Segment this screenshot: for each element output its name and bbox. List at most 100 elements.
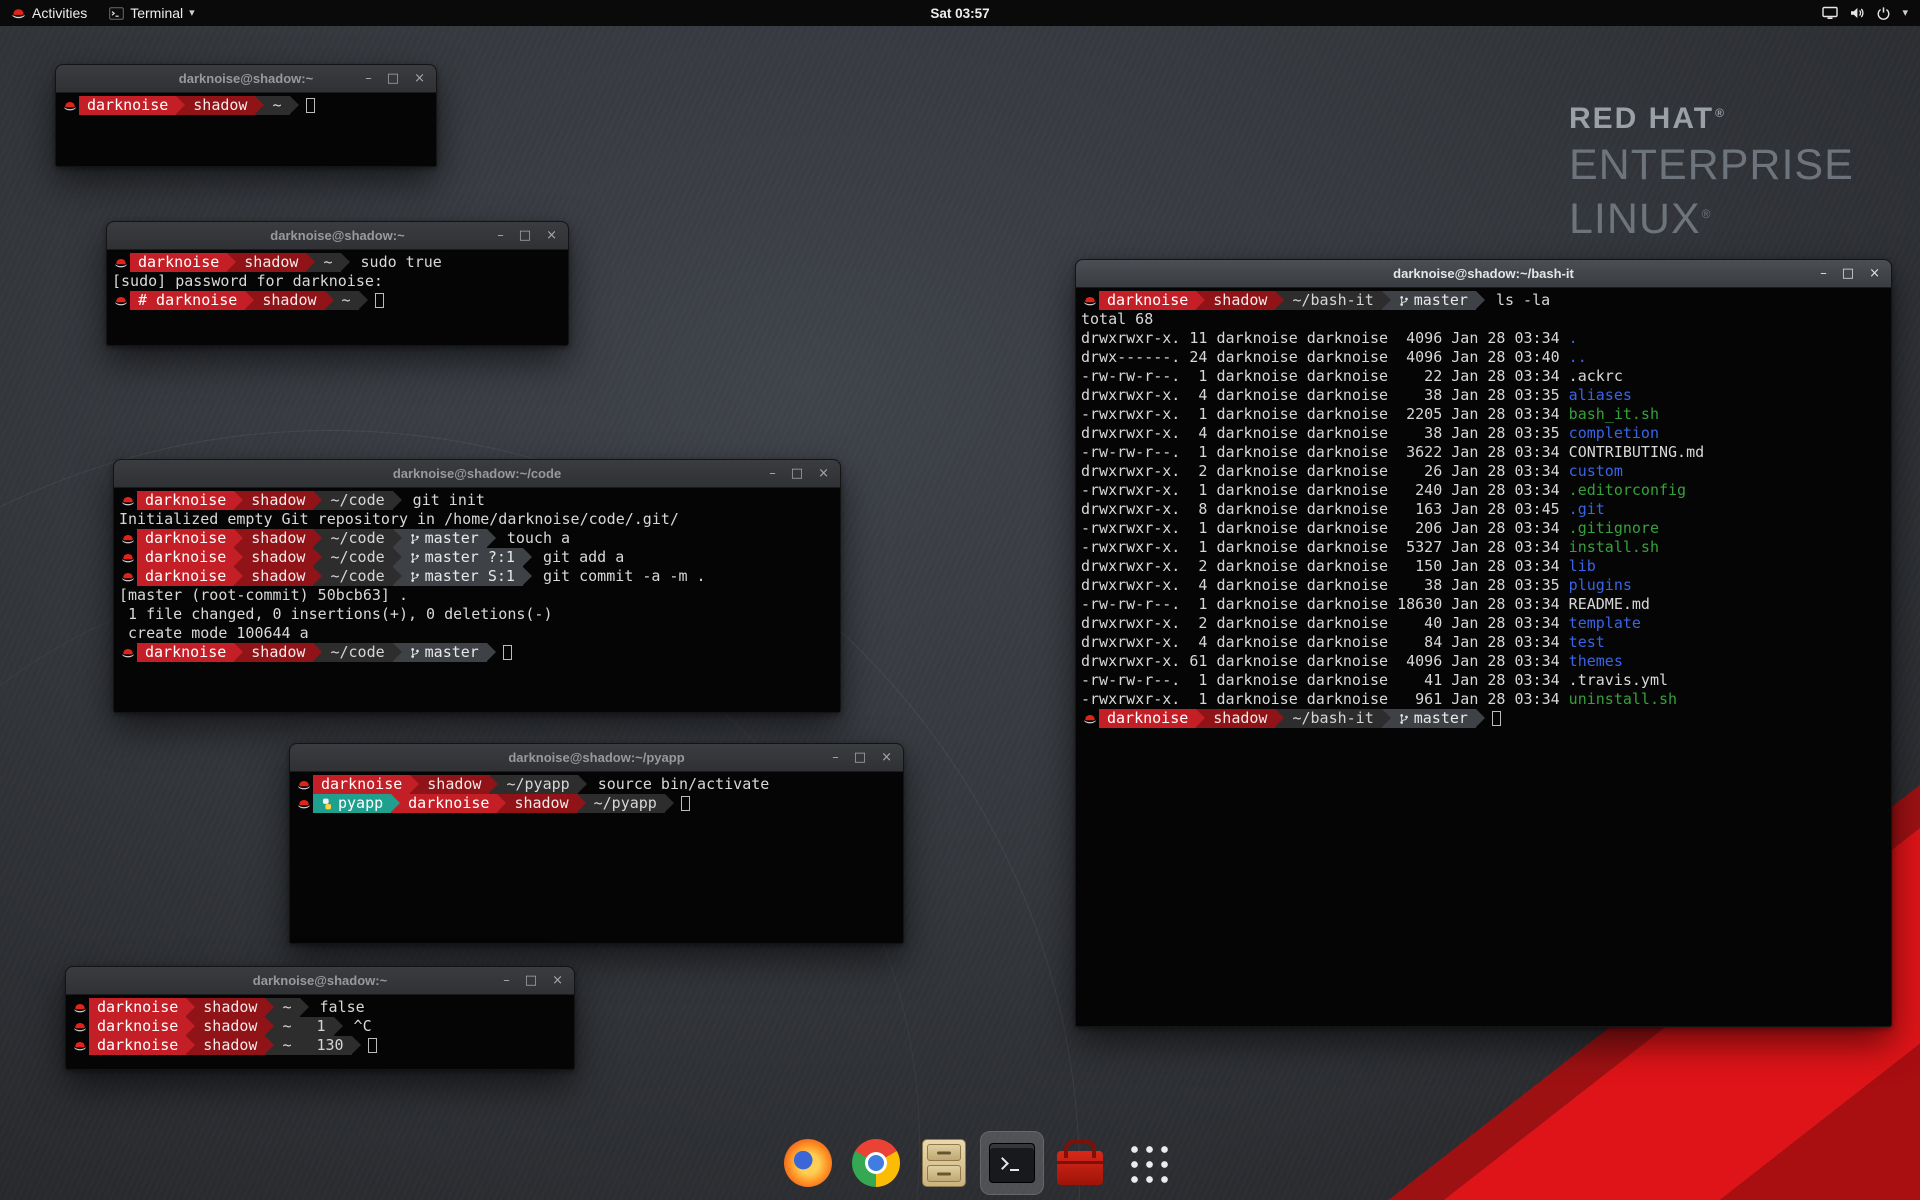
terminal-window-retcode[interactable]: darknoise@shadow:~–□×darknoiseshadow~ fa… bbox=[65, 966, 575, 1070]
terminal-line: -rwxrwxr-x. 1 darknoise darknoise 2205 J… bbox=[1081, 405, 1886, 424]
powerline-separator bbox=[523, 567, 532, 586]
dock-item-firefox[interactable] bbox=[776, 1131, 840, 1195]
prompt-segment-user: darknoise bbox=[400, 794, 497, 813]
maximize-button[interactable]: □ bbox=[854, 744, 866, 772]
close-button[interactable]: × bbox=[546, 222, 557, 250]
top-bar: Activities Terminal ▾ Sat 03:57 ▾ bbox=[0, 0, 1920, 26]
file-name: test bbox=[1569, 633, 1605, 651]
terminal-window-sudo[interactable]: darknoise@shadow:~–□×darknoiseshadow~ su… bbox=[106, 221, 569, 346]
maximize-button[interactable]: □ bbox=[525, 967, 537, 995]
powerline-separator bbox=[306, 253, 315, 272]
terminal-window-home1[interactable]: darknoise@shadow:~–□×darknoiseshadow~ bbox=[55, 64, 437, 167]
powerline-separator bbox=[186, 1017, 195, 1036]
dock-item-apps[interactable] bbox=[1116, 1131, 1180, 1195]
redhat-icon bbox=[71, 998, 89, 1017]
drawer-front bbox=[927, 1165, 961, 1182]
terminal-line: drwx------. 24 darknoise darknoise 4096 … bbox=[1081, 348, 1886, 367]
close-button[interactable]: × bbox=[1869, 260, 1880, 288]
minimize-button[interactable]: – bbox=[769, 460, 776, 488]
file-name: CONTRIBUTING.md bbox=[1569, 443, 1704, 461]
minimize-button[interactable]: – bbox=[497, 222, 504, 250]
file-name: completion bbox=[1569, 424, 1659, 442]
dock-item-toolbox[interactable] bbox=[1048, 1131, 1112, 1195]
prompt-segment-path: ~/code bbox=[322, 529, 392, 548]
file-name: . bbox=[1569, 329, 1578, 347]
prompt-segment-host: shadow bbox=[243, 643, 313, 662]
file-name: custom bbox=[1569, 462, 1623, 480]
terminal-line: darknoiseshadow~130 bbox=[71, 1036, 569, 1055]
files-icon bbox=[922, 1139, 966, 1187]
terminal-window-pyapp[interactable]: darknoise@shadow:~/pyapp–□×darknoiseshad… bbox=[289, 743, 904, 944]
prompt-segment-host: shadow bbox=[419, 775, 489, 794]
prompt-segment-host: shadow bbox=[195, 998, 265, 1017]
redhat-icon bbox=[119, 529, 137, 548]
command-text: git commit -a -m . bbox=[532, 567, 706, 586]
window-titlebar[interactable]: darknoise@shadow:~/code–□× bbox=[114, 460, 840, 488]
dock-item-terminal[interactable] bbox=[980, 1131, 1044, 1195]
prompt-segment-git: master ?:1 bbox=[402, 548, 523, 567]
powerline-separator bbox=[393, 567, 402, 586]
terminal-window-bashit[interactable]: darknoise@shadow:~/bash-it–□×darknoisesh… bbox=[1075, 259, 1892, 1027]
terminal-line: darknoiseshadow~1 ^C bbox=[71, 1017, 569, 1036]
terminal-viewport[interactable]: darknoiseshadow~ sudo true[sudo] passwor… bbox=[107, 250, 568, 345]
file-name: template bbox=[1569, 614, 1641, 632]
powerline-separator bbox=[487, 643, 496, 662]
powerline-separator bbox=[265, 1036, 274, 1055]
prompt-segment-host: shadow bbox=[236, 253, 306, 272]
powerline-separator bbox=[393, 491, 402, 510]
powerline-separator bbox=[300, 998, 309, 1017]
window-titlebar[interactable]: darknoise@shadow:~/pyapp–□× bbox=[290, 744, 903, 772]
maximize-button[interactable]: □ bbox=[791, 460, 803, 488]
minimize-button[interactable]: – bbox=[1820, 260, 1827, 288]
terminal-viewport[interactable]: darknoiseshadow~/pyapp source bin/activa… bbox=[290, 772, 903, 943]
terminal-line: darknoiseshadow~ false bbox=[71, 998, 569, 1017]
terminal-viewport[interactable]: darknoiseshadow~ falsedarknoiseshadow~1 … bbox=[66, 995, 574, 1069]
powerline-separator bbox=[265, 998, 274, 1017]
prompt-segment-path: ~/code bbox=[322, 643, 392, 662]
text-cursor bbox=[503, 645, 512, 660]
window-titlebar[interactable]: darknoise@shadow:~–□× bbox=[66, 967, 574, 995]
clock[interactable]: Sat 03:57 bbox=[930, 6, 989, 21]
prompt-segment-user: darknoise bbox=[79, 96, 176, 115]
terminal-line: drwxrwxr-x. 4 darknoise darknoise 38 Jan… bbox=[1081, 576, 1886, 595]
file-name: README.md bbox=[1569, 595, 1650, 613]
prompt-segment-user: darknoise bbox=[313, 775, 410, 794]
window-titlebar[interactable]: darknoise@shadow:~/bash-it–□× bbox=[1076, 260, 1891, 288]
prompt-segment-git: master bbox=[1391, 291, 1476, 310]
minimize-button[interactable]: – bbox=[365, 65, 372, 93]
terminal-viewport[interactable]: darknoiseshadow~ bbox=[56, 93, 436, 166]
window-titlebar[interactable]: darknoise@shadow:~–□× bbox=[107, 222, 568, 250]
powerline-separator bbox=[665, 794, 674, 813]
maximize-button[interactable]: □ bbox=[1842, 260, 1854, 288]
terminal-viewport[interactable]: darknoiseshadow~/bash-itmaster ls -latot… bbox=[1076, 288, 1891, 1026]
system-status-area[interactable]: ▾ bbox=[1810, 0, 1920, 26]
dock-item-chrome[interactable] bbox=[844, 1131, 908, 1195]
app-menu-terminal[interactable]: Terminal ▾ bbox=[98, 0, 205, 26]
close-button[interactable]: × bbox=[414, 65, 425, 93]
terminal-viewport[interactable]: darknoiseshadow~/code git initInitialize… bbox=[114, 488, 840, 712]
terminal-line: drwxrwxr-x. 8 darknoise darknoise 163 Ja… bbox=[1081, 500, 1886, 519]
powerline-separator bbox=[300, 1017, 309, 1036]
maximize-button[interactable]: □ bbox=[519, 222, 531, 250]
window-controls: –□ × bbox=[503, 967, 574, 995]
powerline-separator bbox=[227, 253, 236, 272]
close-button[interactable]: × bbox=[881, 744, 892, 772]
redhat-icon bbox=[295, 794, 313, 813]
prompt-segment-path: ~ bbox=[274, 1036, 299, 1055]
prompt-segment-git: master bbox=[402, 529, 487, 548]
prompt-segment-user: darknoise bbox=[137, 548, 234, 567]
chevron-down-icon: ▾ bbox=[189, 8, 195, 19]
minimize-button[interactable]: – bbox=[832, 744, 839, 772]
window-titlebar[interactable]: darknoise@shadow:~–□× bbox=[56, 65, 436, 93]
activities-button[interactable]: Activities bbox=[0, 0, 98, 26]
close-button[interactable]: × bbox=[552, 967, 563, 995]
close-button[interactable]: × bbox=[818, 460, 829, 488]
maximize-button[interactable]: □ bbox=[387, 65, 399, 93]
dock-item-files[interactable] bbox=[912, 1131, 976, 1195]
terminal-line: drwxrwxr-x. 4 darknoise darknoise 38 Jan… bbox=[1081, 386, 1886, 405]
terminal-line: [sudo] password for darknoise: bbox=[112, 272, 563, 291]
terminal-window-code[interactable]: darknoise@shadow:~/code–□×darknoiseshado… bbox=[113, 459, 841, 713]
minimize-button[interactable]: – bbox=[503, 967, 510, 995]
terminal-line: drwxrwxr-x. 2 darknoise darknoise 26 Jan… bbox=[1081, 462, 1886, 481]
powerline-separator bbox=[487, 529, 496, 548]
